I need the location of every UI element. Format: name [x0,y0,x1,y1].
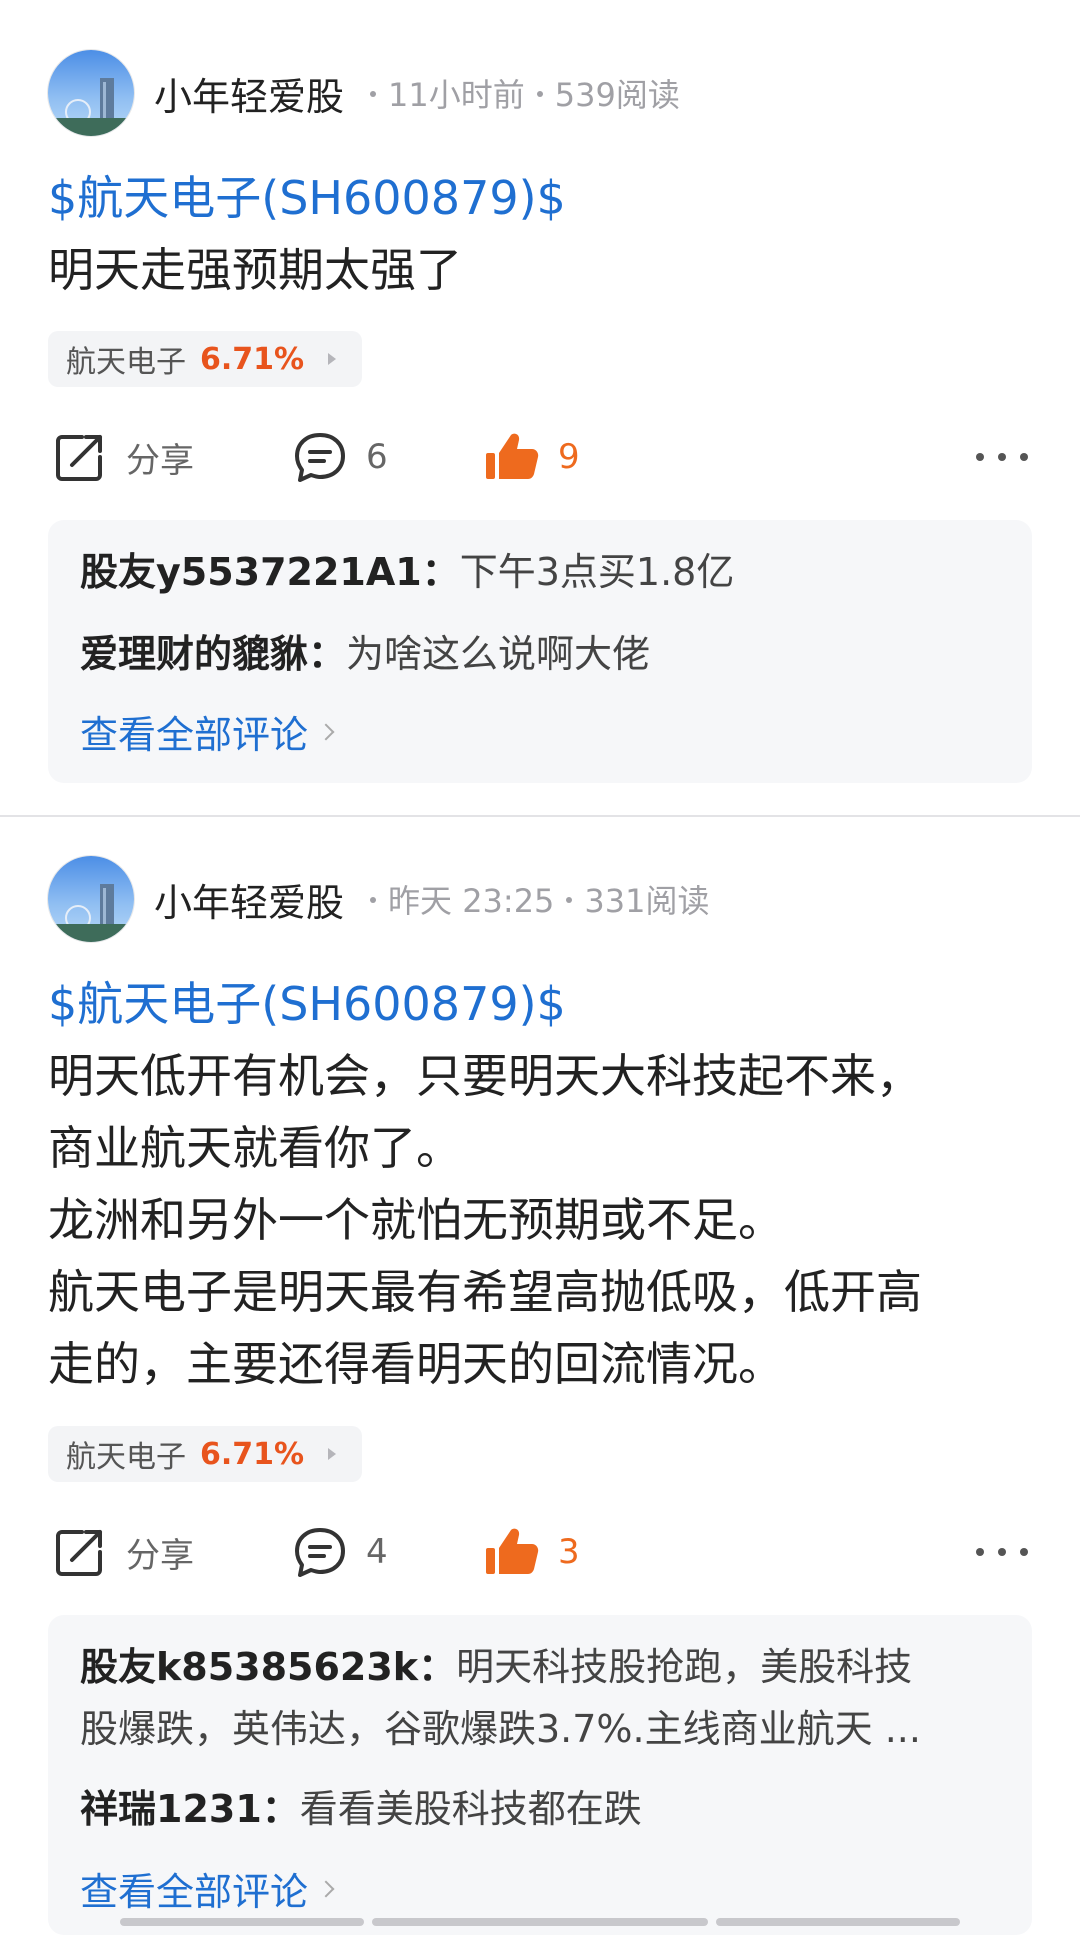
see-all-label: 查看全部评论 [80,1870,309,1914]
more-dot [1020,1548,1028,1556]
comment-item[interactable]: 股友k85385623k：明天科技股抢跑，美股科技 [80,1639,1000,1695]
like-count: 3 [558,1532,580,1572]
post-divider [0,815,1080,817]
post-text-line: 明天走强预期太强了 [48,243,462,297]
comment-text: 为啥这么说啊大佬 [346,632,651,676]
post-text-line: 龙洲和另外一个就怕无预期或不足。 [48,1193,784,1247]
comment-button[interactable]: 4 [292,1517,388,1587]
comment-item[interactable]: 祥瑞1231：看看美股科技都在跌 [80,1781,1000,1837]
stock-chip-percent: 6.71% [200,341,305,377]
username[interactable]: 小年轻爱股 [154,872,344,927]
comment-count: 4 [366,1532,388,1572]
post-text-line: 航天电子是明天最有希望高抛低吸，低开高 [48,1265,922,1319]
chevron-right-icon [317,1880,335,1897]
comment-author[interactable]: 祥瑞1231： [80,1787,300,1831]
see-all-label: 查看全部评论 [80,713,309,757]
share-label: 分享 [126,1535,194,1576]
thumbs-up-icon [486,1528,539,1574]
stock-link[interactable]: $航天电子(SH600879)$ [48,968,1038,1040]
chevron-right-icon [317,723,335,740]
comment-author[interactable]: 爱理财的貔貅： [80,632,346,676]
see-all-comments-link[interactable]: 查看全部评论 [80,1861,335,1916]
post-header: 小年轻爱股 11小时前 539阅读 [48,50,680,136]
more-dot [1020,453,1028,461]
post-meta: 11小时前 539阅读 [358,70,680,116]
like-button[interactable]: 3 [484,1517,580,1587]
comment-icon [295,1528,345,1577]
more-dot [998,453,1006,461]
post-text-line: 明天低开有机会，只要明天大科技起不来， [48,1049,922,1103]
comments-box: 股友y5537221A1：下午3点买1.8亿 爱理财的貔貅：为啥这么说啊大佬 查… [48,520,1032,783]
separator-dot [370,897,377,903]
comment-author[interactable]: 股友y5537221A1： [80,550,460,594]
like-count: 9 [558,437,580,477]
post-card: 小年轻爱股 11小时前 539阅读 $航天电子(SH600879)$ 明天走强预期… [0,0,1080,815]
read-count: 331阅读 [584,882,710,920]
post-card: 小年轻爱股 昨天 23:25 331阅读 $航天电子(SH600879)$ 明天低… [0,818,1080,1935]
username[interactable]: 小年轻爱股 [154,66,344,121]
scroll-indicator-segment [120,1918,364,1926]
separator-dot [566,897,573,903]
comment-text: 下午3点买1.8亿 [459,550,735,594]
stock-chip-name: 航天电子 [66,1440,186,1475]
more-dot [998,1548,1006,1556]
post-text-line: 商业航天就看你了。 [48,1121,462,1175]
comment-text-continued: 股爆跌，英伟达，谷歌爆跌3.7%.主线商业航天 ... [80,1707,921,1751]
post-meta: 昨天 23:25 331阅读 [358,876,710,922]
stock-chip[interactable]: 航天电子 6.71% [48,1426,363,1482]
separator-dot [370,91,377,97]
post-body: $航天电子(SH600879)$ 明天低开有机会，只要明天大科技起不来， 商业航… [48,968,1038,1400]
more-button[interactable] [976,1517,1028,1587]
comment-icon [295,433,345,482]
more-button[interactable] [976,422,1028,492]
post-time: 11小时前 [388,76,525,114]
thumbs-up-icon [486,433,539,479]
action-bar: 分享 6 9 [0,422,1080,492]
play-arrow-icon [328,1448,337,1460]
post-header: 小年轻爱股 昨天 23:25 331阅读 [48,856,710,942]
comment-text: 看看美股科技都在跌 [299,1787,642,1831]
stock-chip-percent: 6.71% [200,1436,305,1472]
comment-text: 明天科技股抢跑，美股科技 [456,1645,913,1689]
scroll-indicator-segment [372,1918,708,1926]
stock-chip-name: 航天电子 [66,345,186,380]
stock-chip[interactable]: 航天电子 6.71% [48,331,363,387]
more-dot [976,453,984,461]
share-button[interactable]: 分享 [52,422,194,492]
read-count: 539阅读 [554,76,680,114]
play-arrow-icon [328,353,337,365]
like-button[interactable]: 9 [484,422,580,492]
stock-link[interactable]: $航天电子(SH600879)$ [48,162,1038,234]
action-bar: 分享 4 3 [0,1517,1080,1587]
scroll-indicator[interactable] [120,1918,960,1926]
share-icon [56,435,102,481]
share-button[interactable]: 分享 [52,1517,194,1587]
post-body: $航天电子(SH600879)$ 明天走强预期太强了 [48,162,1038,306]
comment-button[interactable]: 6 [292,422,388,492]
share-label: 分享 [126,440,194,481]
separator-dot [536,91,543,97]
avatar[interactable] [48,50,134,136]
more-dot [976,1548,984,1556]
comment-item[interactable]: 股友y5537221A1：下午3点买1.8亿 [80,544,1000,600]
comment-count: 6 [366,437,388,477]
share-icon [56,1530,102,1576]
post-text-line: 走的，主要还得看明天的回流情况。 [48,1337,784,1391]
comment-item[interactable]: 爱理财的貔貅：为啥这么说啊大佬 [80,626,1000,682]
comments-box: 股友k85385623k：明天科技股抢跑，美股科技 股爆跌，英伟达，谷歌爆跌3.… [48,1615,1032,1935]
avatar[interactable] [48,856,134,942]
see-all-comments-link[interactable]: 查看全部评论 [80,704,335,759]
comment-author[interactable]: 股友k85385623k： [80,1645,456,1689]
post-time: 昨天 23:25 [388,882,555,920]
scroll-indicator-segment [716,1918,960,1926]
